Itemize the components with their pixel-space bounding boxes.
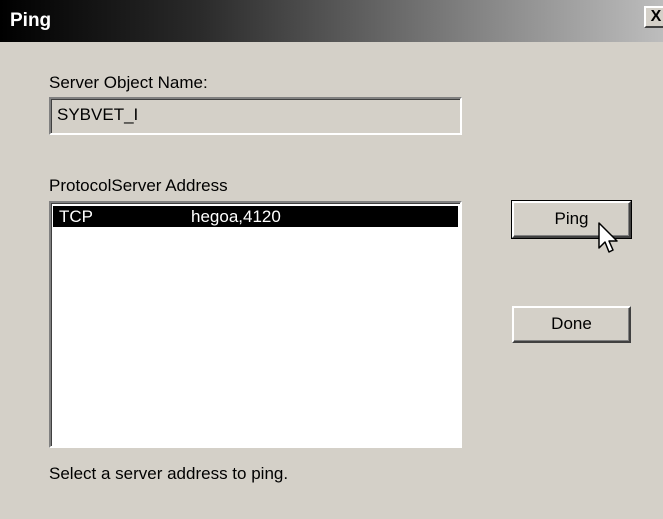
server-address-list[interactable]: TCP hegoa,4120 — [49, 201, 462, 448]
arrow-cursor-icon — [598, 222, 618, 253]
status-hint: Select a server address to ping. — [49, 464, 289, 483]
protocol-server-address-label: ProtocolServer Address — [49, 176, 228, 195]
server-object-name-label: Server Object Name: — [49, 73, 208, 92]
window-title: Ping — [10, 10, 52, 31]
ping-dialog: Ping X Server Object Name: SYBVET_I Prot… — [0, 0, 663, 519]
server-object-name-field: SYBVET_I — [49, 97, 462, 135]
server-object-name-value: SYBVET_I — [57, 105, 139, 124]
close-icon: X — [650, 8, 662, 25]
list-item-address: hegoa,4120 — [191, 207, 281, 226]
done-button[interactable]: Done — [512, 306, 631, 343]
list-item-protocol: TCP — [59, 207, 93, 226]
title-bar[interactable]: Ping X — [0, 0, 663, 42]
close-button[interactable]: X — [644, 6, 663, 28]
list-item[interactable]: TCP hegoa,4120 — [53, 206, 458, 227]
